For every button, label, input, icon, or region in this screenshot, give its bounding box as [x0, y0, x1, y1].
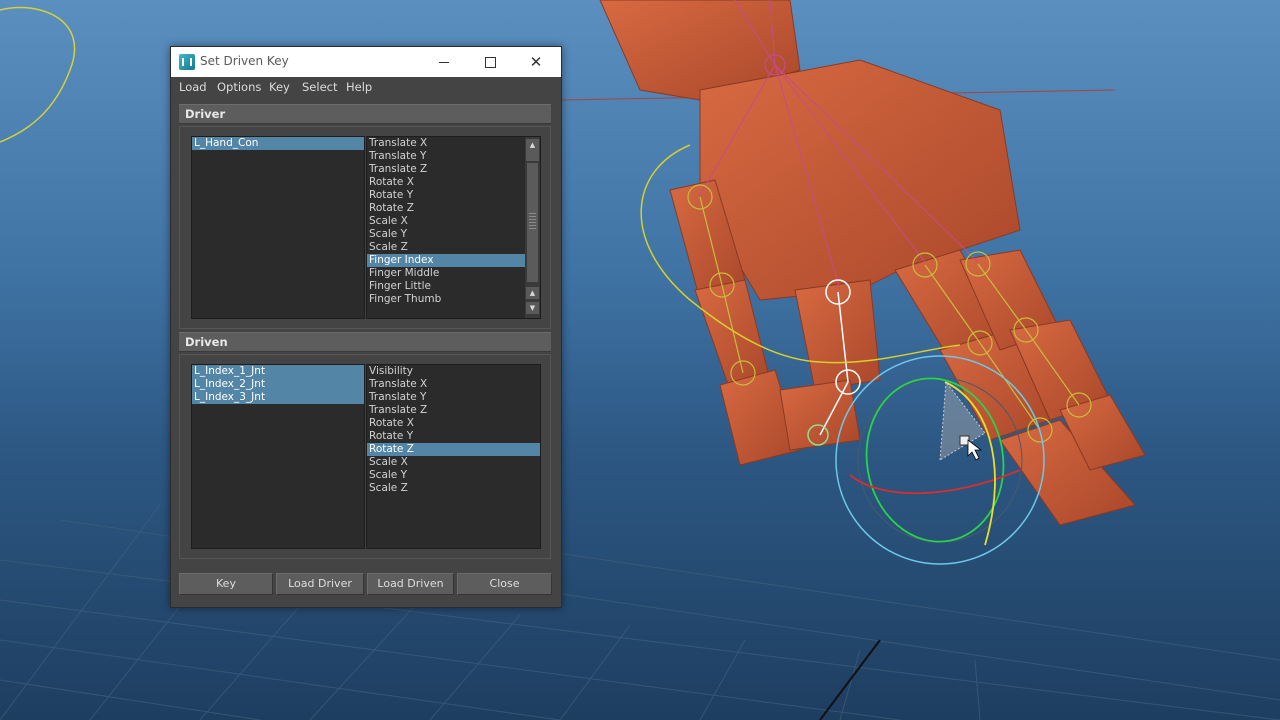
- driver-attribute-item[interactable]: Rotate Z: [367, 202, 525, 215]
- driver-attribute-item[interactable]: Finger Index: [367, 254, 525, 267]
- driven-attribute-item[interactable]: Rotate Y: [367, 430, 540, 443]
- window-title: Set Driven Key: [200, 54, 289, 68]
- driver-header-label: Driver: [185, 107, 226, 121]
- driver-attribute-item[interactable]: Translate Z: [367, 163, 525, 176]
- driven-attribute-list[interactable]: Visibility Translate X Translate Y Translat…: [366, 364, 541, 549]
- driver-attribute-item[interactable]: Scale Z: [367, 241, 525, 254]
- maya-icon: [179, 54, 195, 70]
- driven-header-label: Driven: [185, 335, 228, 349]
- driven-attribute-item[interactable]: Scale Y: [367, 469, 540, 482]
- driver-attribute-item[interactable]: Translate X: [367, 137, 525, 150]
- control-curve: [0, 6, 76, 143]
- driven-attribute-item[interactable]: Translate Z: [367, 404, 540, 417]
- scroll-up-icon[interactable]: ▲: [526, 139, 539, 151]
- minimize-button[interactable]: [421, 47, 467, 77]
- maximize-button[interactable]: [467, 47, 513, 77]
- driven-object-item[interactable]: L_Index_3_Jnt: [192, 391, 364, 404]
- driven-object-item[interactable]: L_Index_1_Jnt: [192, 365, 364, 378]
- driven-attribute-item[interactable]: Visibility: [367, 365, 540, 378]
- driver-attribute-list[interactable]: Translate X Translate Y Translate Z Rotate …: [366, 136, 541, 319]
- scroll-down-icon[interactable]: ▼: [526, 302, 539, 314]
- driver-attribute-item[interactable]: Rotate X: [367, 176, 525, 189]
- driver-attribute-item[interactable]: Finger Thumb: [367, 293, 525, 306]
- driven-object-item[interactable]: L_Index_2_Jnt: [192, 378, 364, 391]
- driver-attribute-item[interactable]: Scale Y: [367, 228, 525, 241]
- close-dialog-button[interactable]: Close: [457, 573, 552, 595]
- driven-attribute-item[interactable]: Scale X: [367, 456, 540, 469]
- maximize-icon: [484, 57, 496, 68]
- minimize-icon: [439, 62, 449, 63]
- close-button[interactable]: ✕: [513, 47, 559, 77]
- load-driven-button[interactable]: Load Driven: [367, 573, 454, 595]
- driver-attribute-item[interactable]: Finger Little: [367, 280, 525, 293]
- driver-object-list[interactable]: L_Hand_Con: [191, 136, 365, 319]
- driven-attribute-item[interactable]: Rotate Z: [367, 443, 540, 456]
- mouse-cursor-icon: [967, 439, 983, 461]
- driven-attribute-item[interactable]: Translate Y: [367, 391, 540, 404]
- scroll-up-icon[interactable]: ▲: [526, 287, 539, 299]
- driver-attribute-scrollbar[interactable]: ▲ ▲ ▼: [525, 137, 540, 318]
- driven-attribute-item[interactable]: Scale Z: [367, 482, 540, 495]
- menu-help[interactable]: Help: [346, 80, 372, 94]
- driver-attribute-item[interactable]: Translate Y: [367, 150, 525, 163]
- driven-panel: L_Index_1_Jnt L_Index_2_Jnt L_Index_3_Jnt …: [179, 354, 551, 559]
- driver-attribute-item[interactable]: Rotate Y: [367, 189, 525, 202]
- scrollbar-thumb[interactable]: [527, 163, 538, 282]
- set-driven-key-window: Set Driven Key ✕ Load Options Key Select…: [170, 46, 562, 608]
- driven-attribute-item[interactable]: Rotate X: [367, 417, 540, 430]
- menu-options[interactable]: Options: [217, 80, 261, 94]
- close-icon: ✕: [529, 53, 543, 71]
- driven-section-header[interactable]: Driven: [179, 332, 551, 352]
- driver-panel: L_Hand_Con Translate X Translate Y Transla…: [179, 126, 551, 329]
- key-button[interactable]: Key: [179, 573, 273, 595]
- scroll-page-up[interactable]: [526, 151, 539, 161]
- driver-section-header[interactable]: Driver: [179, 104, 551, 124]
- menu-select[interactable]: Select: [302, 80, 337, 94]
- menu-key[interactable]: Key: [269, 80, 290, 94]
- load-driver-button[interactable]: Load Driver: [276, 573, 364, 595]
- driver-attribute-item[interactable]: Scale X: [367, 215, 525, 228]
- hand-mesh[interactable]: [599, 0, 1146, 526]
- title-bar[interactable]: Set Driven Key ✕: [171, 47, 561, 77]
- driver-attribute-item[interactable]: Finger Middle: [367, 267, 525, 280]
- driven-attribute-item[interactable]: Translate X: [367, 378, 540, 391]
- driven-object-list[interactable]: L_Index_1_Jnt L_Index_2_Jnt L_Index_3_Jnt: [191, 364, 365, 549]
- driver-object-item[interactable]: L_Hand_Con: [192, 137, 364, 150]
- menu-load[interactable]: Load: [179, 80, 207, 94]
- menu-bar: Load Options Key Select Help: [171, 77, 561, 99]
